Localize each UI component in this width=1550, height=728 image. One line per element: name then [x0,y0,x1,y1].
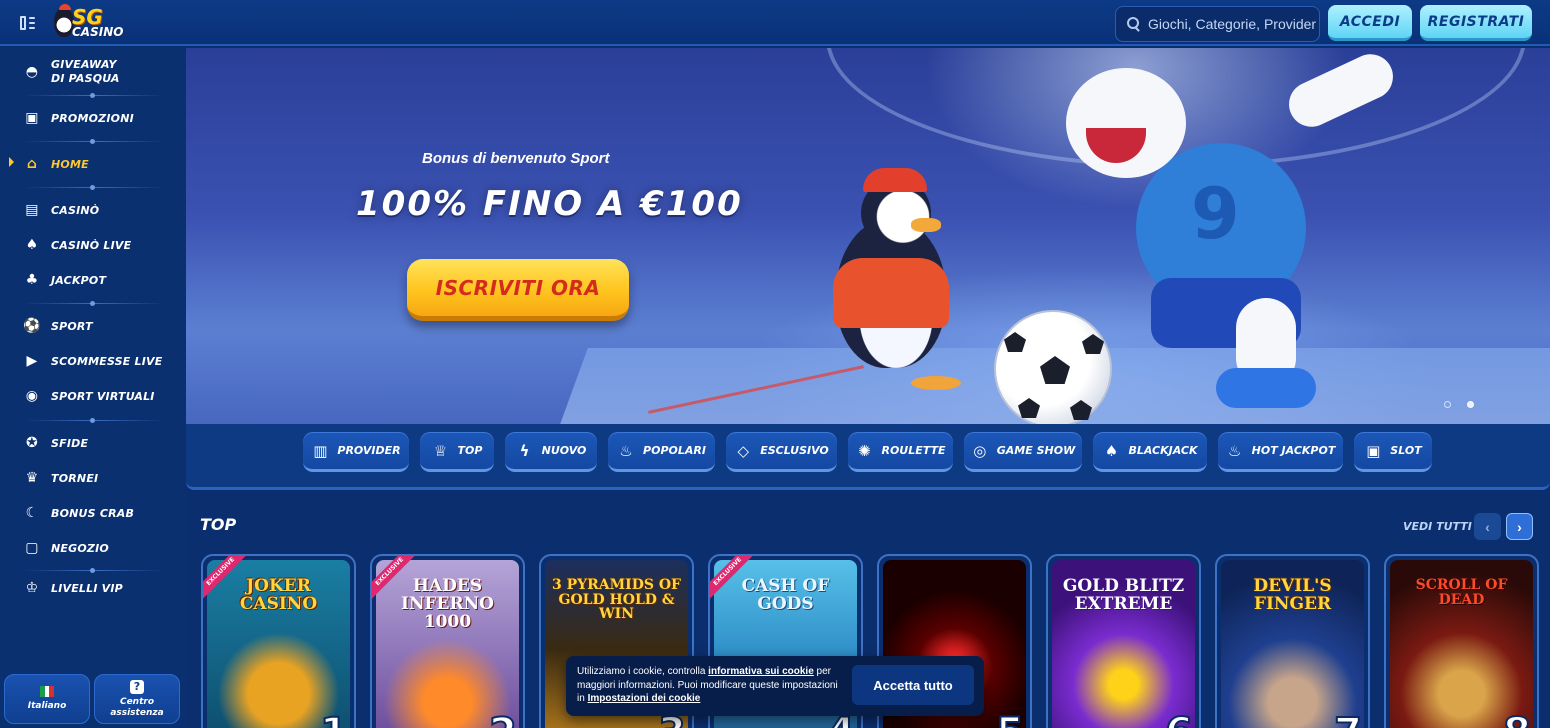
italy-flag-icon [40,686,55,698]
search-box[interactable] [1115,6,1320,42]
gift-icon: ▣ [25,110,39,126]
game-card-joker-casino[interactable]: JOKER CASINO EXCLUSIVE 1 [201,554,356,728]
chevron-left-icon: ‹ [1485,518,1490,535]
carousel-prev-button[interactable]: ‹ [1474,513,1501,540]
soccer-ball-icon: ⚽ [23,318,41,334]
polar-bear-player-illustration [1066,48,1401,424]
slot-machine-icon: ▤ [25,202,39,218]
live-cards-icon: ♠ [25,237,39,253]
sidebar: ◓ GIVEAWAY DI PASQUA ▣ PROMOZIONI ⌂ HOME… [0,48,186,728]
sidebar-item-sfide[interactable]: ✪ SFIDE [24,435,174,451]
game-card-devils-finger[interactable]: DEVIL'S FINGER 7 [1215,554,1370,728]
sidebar-divider [24,93,164,98]
category-blackjack[interactable]: ♠ BLACKJACK [1093,432,1207,472]
top-header: SG CASINO ACCEDI REGISTRATI [0,0,1550,46]
crown-icon: ♕ [433,441,448,460]
cookie-text: Utilizziamo i cookie, controlla informat… [577,666,838,704]
carousel-dot[interactable] [1444,401,1451,408]
see-all-link[interactable]: VEDI TUTTI [1403,520,1472,533]
hot-jackpot-icon: ♨ [1227,441,1242,460]
accept-all-cookies-button[interactable]: Accetta tutto [852,665,974,705]
category-esclusivo[interactable]: ◇ ESCLUSIVO [726,432,837,472]
book-icon: ▥ [313,441,328,460]
promo-banner[interactable]: Bonus di benvenuto Sport 100% FINO A €10… [186,48,1550,424]
cookie-consent-banner: Utilizziamo i cookie, controlla informat… [566,656,984,716]
sidebar-item-home[interactable]: ⌂ HOME [24,156,174,172]
category-hot-jackpot[interactable]: ♨ HOT JACKPOT [1218,432,1343,472]
sidebar-item-bonus-crab[interactable]: ☾ BONUS CRAB [24,505,174,521]
sidebar-divider [24,139,164,144]
category-roulette[interactable]: ✺ ROULETTE [848,432,953,472]
game-card-gold-blitz-extreme[interactable]: GOLD BLITZ EXTREME 6 [1046,554,1201,728]
category-popolari[interactable]: ♨ POPOLARI [608,432,715,472]
sidebar-item-livelli-vip[interactable]: ♔ LIVELLI VIP [24,580,174,596]
sidebar-item-jackpot[interactable]: ♣ JACKPOT [24,272,174,288]
easter-egg-icon: ◓ [25,64,39,81]
section-title-top: TOP [200,515,237,534]
cookie-policy-link[interactable]: informativa sui cookie [708,666,814,677]
shop-bag-icon: ▢ [25,540,39,556]
sidebar-divider [24,568,164,573]
sidebar-toggle-icon[interactable] [20,15,36,31]
sidebar-item-casino-live[interactable]: ♠ CASINÒ LIVE [24,237,174,253]
carousel-next-button[interactable]: › [1506,513,1533,540]
home-icon: ⌂ [26,156,38,172]
cookie-settings-link[interactable]: Impostazioni dei cookie [588,693,701,704]
roulette-icon: ✺ [858,441,871,460]
carousel-dot-active[interactable] [1467,401,1474,408]
search-input[interactable] [1148,16,1318,32]
sidebar-item-promozioni[interactable]: ▣ PROMOZIONI [24,110,174,126]
crown-icon: ♔ [25,580,39,596]
category-top[interactable]: ♕ TOP [420,432,494,472]
sidebar-item-casino[interactable]: ▤ CASINÒ [24,202,174,218]
lightning-icon: ϟ [519,441,530,460]
category-provider[interactable]: ▥ PROVIDER [303,432,409,472]
active-indicator [9,157,14,167]
live-play-icon: ▶ [26,353,38,369]
gamepad-icon: ◉ [25,388,39,404]
trophy-icon: ♛ [25,470,39,486]
sidebar-item-sport-virtuali[interactable]: ◉ SPORT VIRTUALI [24,388,174,404]
carousel-dots [1444,401,1474,408]
category-nuovo[interactable]: ϟ NUOVO [505,432,597,472]
help-icon: ? [130,680,144,695]
sg-casino-logo[interactable]: SG CASINO [52,4,124,41]
sidebar-item-giveaway[interactable]: ◓ GIVEAWAY DI PASQUA [24,58,174,87]
category-slot[interactable]: ▣ SLOT [1354,432,1432,472]
game-card-hades-inferno-1000[interactable]: HADES INFERNO 1000 EXCLUSIVE 2 [370,554,525,728]
penguin-mascot-icon [54,4,74,37]
category-game-show[interactable]: ◎ GAME SHOW [964,432,1082,472]
category-bar: ▥ PROVIDER ♕ TOP ϟ NUOVO ♨ POPOLARI ◇ ES… [186,424,1550,490]
sidebar-item-tornei[interactable]: ♛ TORNEI [24,470,174,486]
login-button[interactable]: ACCEDI [1328,5,1412,41]
crab-claw-icon: ☾ [25,505,39,521]
sidebar-divider [24,185,164,190]
medal-icon: ✪ [26,435,38,451]
sidebar-divider [24,418,164,423]
diamond-icon: ◇ [737,441,749,460]
signup-now-button[interactable]: ISCRIVITI ORA [407,259,629,321]
sidebar-item-negozio[interactable]: ▢ NEGOZIO [24,540,174,556]
search-icon [1126,16,1142,32]
slot-icon: ▣ [1366,441,1381,460]
language-selector[interactable]: Italiano [4,674,90,724]
banner-title: 100% FINO A €100 [356,184,743,224]
game-card-scroll-of-dead[interactable]: SCROLL OF DEAD 8 [1384,554,1539,728]
sidebar-item-sport[interactable]: ⚽ SPORT [23,318,174,334]
clover-icon: ♣ [25,272,39,288]
flame-icon: ♨ [619,441,633,460]
game-show-icon: ◎ [973,441,987,460]
banner-subtitle: Bonus di benvenuto Sport [422,150,610,167]
register-button[interactable]: REGISTRATI [1420,5,1532,41]
spade-icon: ♠ [1104,441,1119,460]
chevron-right-icon: › [1517,518,1522,535]
sidebar-item-scommesse-live[interactable]: ▶ SCOMMESSE LIVE [24,353,174,369]
sidebar-divider [24,301,164,306]
support-center-button[interactable]: ? Centro assistenza [94,674,180,724]
penguin-coach-illustration [811,168,971,398]
